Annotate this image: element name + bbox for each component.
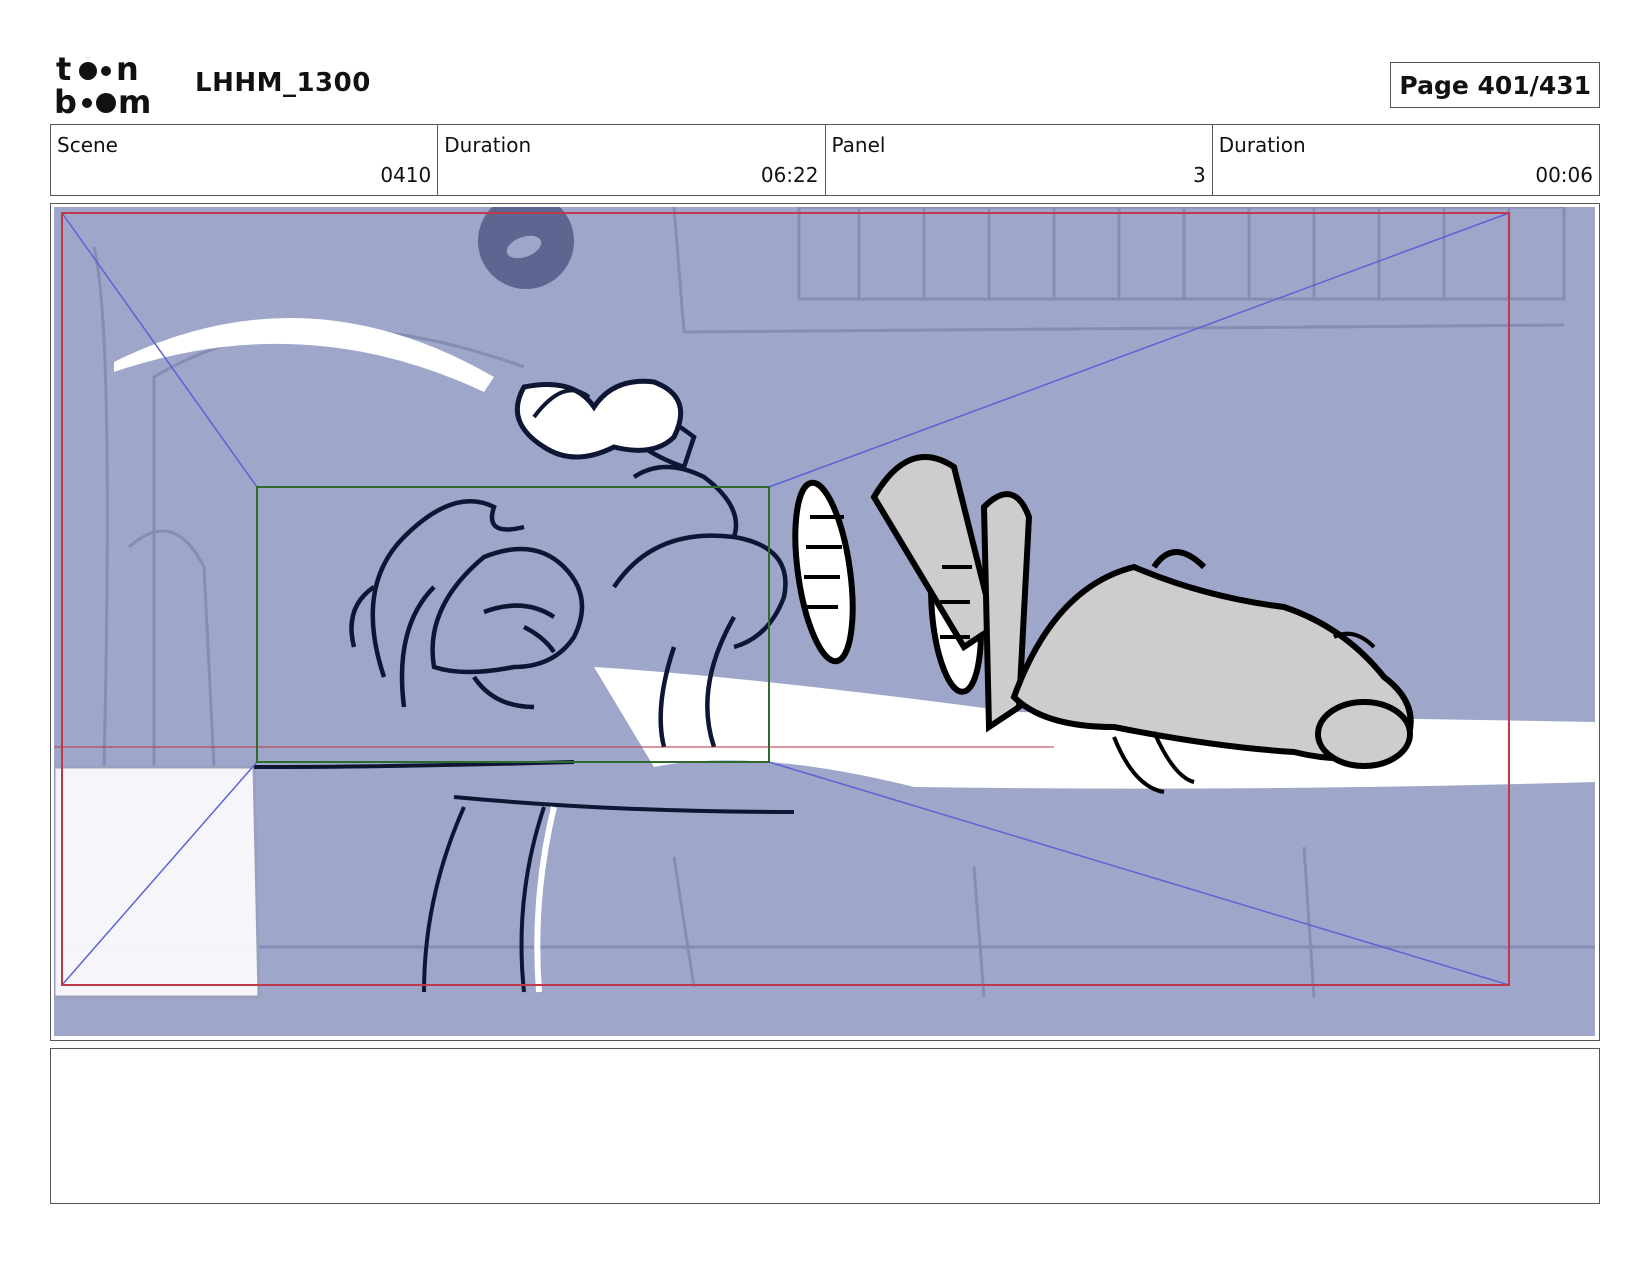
- panel-label: Panel: [831, 133, 886, 157]
- scene-label: Scene: [57, 133, 118, 157]
- panel-duration-label: Duration: [1218, 133, 1306, 157]
- svg-text:m: m: [118, 83, 151, 116]
- panel-notes: [50, 1048, 1600, 1204]
- scene-duration-cell: Duration 06:22: [438, 125, 826, 195]
- project-title: LHHM_1300: [195, 68, 371, 98]
- scene-duration-label: Duration: [444, 133, 532, 157]
- svg-text:b: b: [54, 83, 77, 116]
- nightstand: [54, 767, 259, 997]
- scene-cell: Scene 0410: [51, 125, 439, 195]
- scene-value: 0410: [380, 163, 432, 187]
- panel-info-row: Scene 0410 Duration 06:22 Panel 3 Durati…: [50, 124, 1600, 196]
- toon-boom-logo: t n b m: [54, 52, 151, 116]
- panel-duration-cell: Duration 00:06: [1213, 125, 1599, 195]
- panel-duration-value: 00:06: [1535, 163, 1593, 187]
- storyboard-sketch-icon: [54, 207, 1595, 1036]
- page-indicator: Page 401/431: [1390, 62, 1600, 108]
- scene-duration-value: 06:22: [760, 163, 819, 187]
- panel-cell: Panel 3: [826, 125, 1213, 195]
- storyboard-panel: [50, 203, 1600, 1041]
- panel-value: 3: [1193, 163, 1206, 187]
